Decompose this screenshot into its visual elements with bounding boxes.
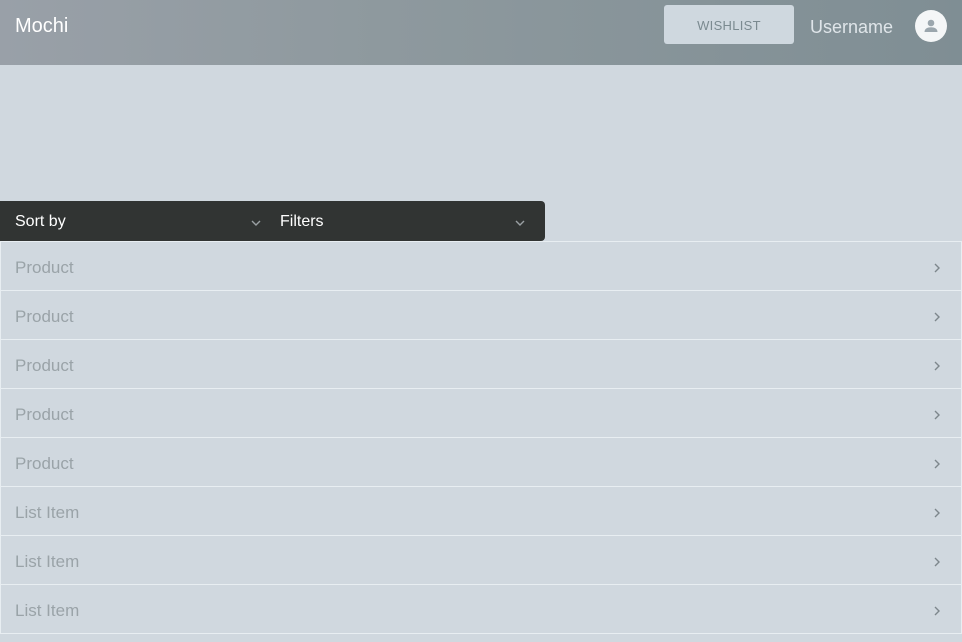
app-header: Mochi WISHLIST Username <box>0 0 962 65</box>
list-item[interactable]: List Item <box>0 487 962 536</box>
list-item-label: Product <box>15 307 74 326</box>
username-label[interactable]: Username <box>810 16 893 38</box>
filters-label: Filters <box>280 213 324 230</box>
chevron-right-icon <box>932 408 942 426</box>
chevron-down-icon <box>514 215 526 233</box>
list-item-label: Product <box>15 454 74 473</box>
list-item[interactable]: List Item <box>0 585 962 634</box>
wishlist-button[interactable]: WISHLIST <box>664 5 794 44</box>
list-item[interactable]: Product <box>0 291 962 340</box>
list-item-label: List Item <box>15 552 80 571</box>
product-list: Product Product Product Product Product … <box>0 241 962 634</box>
sort-label: Sort by <box>15 213 66 230</box>
list-item[interactable]: Product <box>0 389 962 438</box>
chevron-right-icon <box>932 359 942 377</box>
person-icon[interactable] <box>915 10 947 42</box>
list-item-label: Product <box>15 405 74 424</box>
sort-filter-bar: Sort by Filters <box>0 201 545 241</box>
filters-dropdown[interactable]: Filters <box>268 201 545 241</box>
chevron-right-icon <box>932 604 942 622</box>
chevron-down-icon <box>250 215 262 233</box>
chevron-right-icon <box>932 457 942 475</box>
chevron-right-icon <box>932 506 942 524</box>
brand-logo[interactable]: Mochi <box>15 14 68 38</box>
list-item-label: List Item <box>15 503 80 522</box>
list-item-label: Product <box>15 258 74 277</box>
list-item-label: Product <box>15 356 74 375</box>
sort-dropdown[interactable]: Sort by <box>0 201 268 241</box>
list-item[interactable]: Product <box>0 241 962 291</box>
list-item[interactable]: Product <box>0 438 962 487</box>
chevron-right-icon <box>932 261 942 279</box>
chevron-right-icon <box>932 555 942 573</box>
list-item[interactable]: List Item <box>0 536 962 585</box>
list-item-label: List Item <box>15 601 80 620</box>
chevron-right-icon <box>932 310 942 328</box>
list-item[interactable]: Product <box>0 340 962 389</box>
